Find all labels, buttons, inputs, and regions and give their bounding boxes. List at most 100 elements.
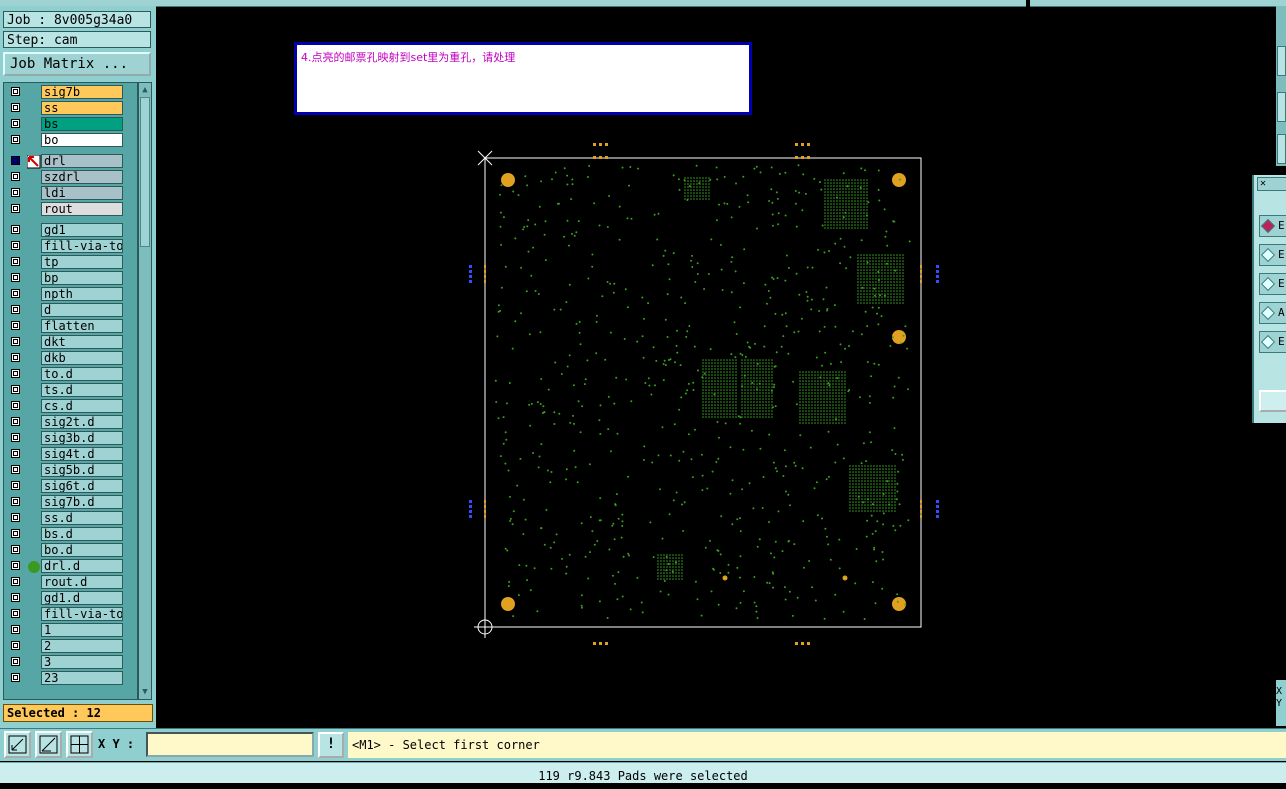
measure-button[interactable] — [35, 731, 62, 758]
layer-name[interactable]: 23 — [41, 671, 123, 685]
layer-name[interactable]: gd1 — [41, 223, 123, 237]
board-canvas[interactable] — [460, 140, 960, 660]
layer-name[interactable]: drl — [41, 154, 123, 168]
right-tool-button-3[interactable] — [1277, 134, 1286, 164]
layer-scrollbar[interactable]: ▲ ▼ — [138, 82, 152, 700]
panel-option-3[interactable]: E — [1259, 273, 1286, 295]
job-matrix-button[interactable]: Job Matrix ... — [3, 52, 151, 76]
panel-option-5[interactable]: E — [1259, 331, 1286, 353]
layer-name[interactable]: bs — [41, 117, 123, 131]
layer-row[interactable]: d — [4, 303, 135, 317]
layer-row[interactable]: ldi — [4, 186, 135, 200]
layer-checkbox[interactable] — [11, 257, 20, 266]
scroll-thumb[interactable] — [140, 97, 150, 247]
layer-checkbox[interactable] — [11, 337, 20, 346]
layer-checkbox[interactable] — [11, 433, 20, 442]
layer-row[interactable]: dkb — [4, 351, 135, 365]
layer-name[interactable]: tp — [41, 255, 123, 269]
layer-row[interactable]: 2 — [4, 639, 135, 653]
layer-row[interactable]: sig2t.d — [4, 415, 135, 429]
right-tool-button-1[interactable] — [1277, 46, 1286, 76]
layer-checkbox[interactable] — [11, 172, 20, 181]
layer-checkbox[interactable] — [11, 673, 20, 682]
layer-row[interactable]: 23 — [4, 671, 135, 685]
layer-row[interactable]: dkt — [4, 335, 135, 349]
layer-checkbox[interactable] — [11, 241, 20, 250]
layer-name[interactable]: 2 — [41, 639, 123, 653]
layer-name[interactable]: ts.d — [41, 383, 123, 397]
layer-checkbox[interactable] — [11, 321, 20, 330]
layer-name[interactable]: 1 — [41, 623, 123, 637]
layer-name[interactable]: bs.d — [41, 527, 123, 541]
layer-row[interactable]: fill-via-top — [4, 239, 135, 253]
layer-name[interactable]: dkt — [41, 335, 123, 349]
panel-option-1[interactable]: E — [1259, 215, 1286, 237]
close-icon[interactable]: ✕ — [1260, 178, 1266, 190]
layer-name[interactable]: sig5b.d — [41, 463, 123, 477]
right-tool-button-2[interactable] — [1277, 92, 1286, 122]
layer-name[interactable]: rout.d — [41, 575, 123, 589]
panel-titlebar[interactable]: ✕ — [1257, 177, 1286, 191]
layer-checkbox[interactable] — [11, 204, 20, 213]
layer-row[interactable]: tp — [4, 255, 135, 269]
layer-checkbox[interactable] — [11, 657, 20, 666]
layer-checkbox[interactable] — [11, 385, 20, 394]
layer-checkbox[interactable] — [11, 369, 20, 378]
layer-name[interactable]: 3 — [41, 655, 123, 669]
layer-checkbox[interactable] — [11, 273, 20, 282]
layer-row[interactable]: rout — [4, 202, 135, 216]
layer-checkbox[interactable] — [11, 417, 20, 426]
layer-name[interactable]: sig7b.d — [41, 495, 123, 509]
layer-name[interactable]: npth — [41, 287, 123, 301]
layer-name[interactable]: bo.d — [41, 543, 123, 557]
layer-row[interactable]: bo — [4, 133, 135, 147]
layer-checkbox[interactable] — [11, 513, 20, 522]
layer-checkbox[interactable] — [11, 545, 20, 554]
layer-checkbox[interactable] — [11, 593, 20, 602]
layer-checkbox[interactable] — [11, 625, 20, 634]
layer-row[interactable]: szdrl — [4, 170, 135, 184]
layer-checkbox[interactable] — [11, 641, 20, 650]
layer-row[interactable]: flatten — [4, 319, 135, 333]
layer-name[interactable]: cs.d — [41, 399, 123, 413]
layer-row[interactable]: ss — [4, 101, 135, 115]
layer-checkbox[interactable] — [11, 156, 20, 165]
layer-checkbox[interactable] — [11, 449, 20, 458]
layer-row[interactable]: bo.d — [4, 543, 135, 557]
scroll-down-icon[interactable]: ▼ — [140, 687, 150, 697]
layer-name[interactable]: drl.d — [41, 559, 123, 573]
layer-row[interactable]: sig7b.d — [4, 495, 135, 509]
layer-checkbox[interactable] — [11, 119, 20, 128]
layer-name[interactable]: sig7b — [41, 85, 123, 99]
layer-row[interactable]: bp — [4, 271, 135, 285]
layer-row[interactable]: drl — [4, 154, 135, 169]
layer-row[interactable]: 1 — [4, 623, 135, 637]
scroll-up-icon[interactable]: ▲ — [140, 85, 150, 95]
layer-name[interactable]: bo — [41, 133, 123, 147]
layer-checkbox[interactable] — [11, 225, 20, 234]
warning-button[interactable]: ! — [318, 732, 344, 758]
layer-checkbox[interactable] — [11, 87, 20, 96]
layer-name[interactable]: sig4t.d — [41, 447, 123, 461]
layer-checkbox[interactable] — [11, 305, 20, 314]
layer-row[interactable]: ts.d — [4, 383, 135, 397]
layer-name[interactable]: fill-via-top — [41, 607, 123, 621]
layer-row[interactable]: npth — [4, 287, 135, 301]
layer-row[interactable]: 3 — [4, 655, 135, 669]
layer-row[interactable]: sig3b.d — [4, 431, 135, 445]
layer-name[interactable]: dkb — [41, 351, 123, 365]
layer-name[interactable]: ss — [41, 101, 123, 115]
layer-name[interactable]: to.d — [41, 367, 123, 381]
layer-row[interactable]: sig4t.d — [4, 447, 135, 461]
layer-name[interactable]: ss.d — [41, 511, 123, 525]
layer-checkbox[interactable] — [11, 577, 20, 586]
layer-checkbox[interactable] — [11, 529, 20, 538]
layer-row[interactable]: gd1.d — [4, 591, 135, 605]
layer-row[interactable]: cs.d — [4, 399, 135, 413]
layer-name[interactable]: flatten — [41, 319, 123, 333]
layer-checkbox[interactable] — [11, 289, 20, 298]
layer-name[interactable]: gd1.d — [41, 591, 123, 605]
layer-checkbox[interactable] — [11, 561, 20, 570]
layer-checkbox[interactable] — [11, 481, 20, 490]
layer-checkbox[interactable] — [11, 497, 20, 506]
